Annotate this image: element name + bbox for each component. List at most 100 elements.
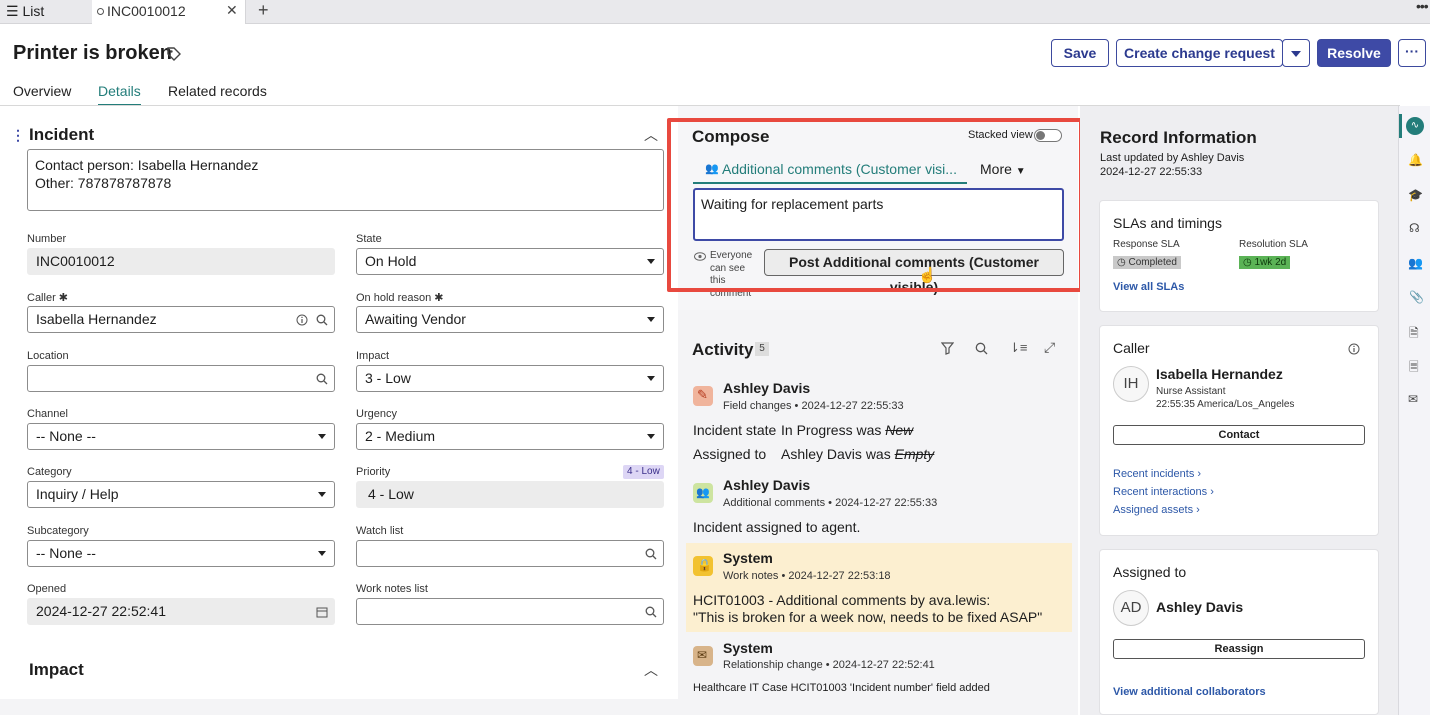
change-value: Ashley Davis was Empty <box>781 446 934 462</box>
chevron-right-icon: › <box>1196 504 1200 516</box>
search-icon[interactable] <box>316 314 328 326</box>
caller-card-title: Caller <box>1113 340 1150 356</box>
change-old: New <box>885 422 914 438</box>
add-tab-icon[interactable]: + <box>258 0 269 21</box>
required-icon: ✱ <box>58 292 69 304</box>
impact-select[interactable]: 3 - Low <box>356 365 664 392</box>
activity-meta: Relationship change • 2024-12-27 22:52:4… <box>723 659 935 671</box>
mail-icon[interactable]: ✉ <box>1408 392 1418 406</box>
search-icon[interactable] <box>645 606 657 618</box>
number-label: Number <box>27 233 67 245</box>
filter-icon[interactable] <box>941 342 954 355</box>
urgency-select[interactable]: 2 - Medium <box>356 423 664 450</box>
resolve-button[interactable]: Resolve <box>1317 39 1391 67</box>
search-icon[interactable] <box>316 373 328 385</box>
unsaved-dot-icon <box>97 8 104 15</box>
paperclip-icon[interactable]: 📎 <box>1409 290 1424 304</box>
clock-icon: ◷ <box>1243 257 1252 268</box>
caller-field[interactable]: Isabella Hernandez <box>27 306 335 333</box>
caller-name[interactable]: Isabella Hernandez <box>1156 366 1283 382</box>
caller-label-text: Caller <box>27 292 56 304</box>
record-tab[interactable]: INC0010012 ✕ <box>92 0 246 24</box>
file-icon[interactable]: 🗏 <box>1409 358 1419 379</box>
calendar-icon[interactable] <box>316 606 328 618</box>
chevron-down-icon <box>318 551 326 556</box>
info-icon[interactable] <box>296 314 308 326</box>
subcategory-select[interactable]: -- None -- <box>27 540 335 567</box>
chevron-up-icon[interactable]: ︿ <box>644 125 658 145</box>
view-all-slas-link[interactable]: View all SLAs <box>1113 281 1184 293</box>
reassign-button[interactable]: Reassign <box>1113 639 1365 659</box>
activity-text: "This is broken for a week now, needs to… <box>693 609 1043 625</box>
state-select[interactable]: On Hold <box>356 248 664 275</box>
state-value: On Hold <box>365 253 417 269</box>
priority-field: 4 - Low <box>356 481 664 508</box>
chevron-down-icon <box>318 434 326 439</box>
list-tab[interactable]: ☰ List <box>6 3 44 20</box>
category-select[interactable]: Inquiry / Help <box>27 481 335 508</box>
info-icon[interactable] <box>1348 343 1360 355</box>
tab-related-records[interactable]: Related records <box>168 83 267 99</box>
clock-icon: ◷ <box>1117 257 1126 268</box>
search-icon[interactable] <box>975 342 988 355</box>
save-button[interactable]: Save <box>1051 39 1109 67</box>
create-change-dropdown-button[interactable] <box>1282 39 1310 67</box>
highlight-box <box>667 118 1083 292</box>
recent-interactions-link[interactable]: Recent interactions › <box>1113 486 1214 498</box>
more-options-icon[interactable]: ••• <box>1416 0 1429 14</box>
list-tab-label: List <box>22 3 45 19</box>
relationship-icon: ✉ <box>693 646 713 666</box>
impact-section-title: Impact <box>29 660 84 679</box>
more-actions-button[interactable]: ··· <box>1398 39 1426 67</box>
incident-section-title: Incident <box>29 125 95 144</box>
required-icon: ✱ <box>434 292 444 304</box>
recent-incidents-link[interactable]: Recent incidents › <box>1113 468 1201 480</box>
tag-icon[interactable] <box>166 46 182 62</box>
subcategory-label: Subcategory <box>27 525 89 537</box>
change-new: In Progress <box>781 422 853 438</box>
subcategory-value: -- None -- <box>36 545 96 561</box>
response-sla-badge: ◷ Completed <box>1113 256 1181 269</box>
on-hold-reason-select[interactable]: Awaiting Vendor <box>356 306 664 333</box>
create-change-request-button[interactable]: Create change request <box>1116 39 1283 67</box>
change-new: Ashley Davis <box>781 446 862 462</box>
activity-rail-icon[interactable]: ∿ <box>1406 117 1424 135</box>
headset-icon[interactable]: ☊ <box>1409 221 1420 235</box>
tab-details[interactable]: Details <box>98 83 141 106</box>
state-label: State <box>356 233 382 245</box>
on-hold-reason-label-text: On hold reason <box>356 292 432 304</box>
chevron-right-icon: › <box>1197 468 1202 480</box>
search-icon[interactable] <box>645 548 657 560</box>
chevron-up-icon[interactable]: ︿ <box>644 660 658 680</box>
record-info-title: Record Information <box>1100 128 1257 147</box>
document-icon[interactable]: 🗎 <box>1409 324 1419 345</box>
assigned-assets-link[interactable]: Assigned assets › <box>1113 504 1200 516</box>
close-icon[interactable]: ✕ <box>226 2 238 19</box>
description-textarea[interactable]: Contact person: Isabella Hernandez Other… <box>27 149 664 211</box>
sort-icon[interactable]: ⇂≡ <box>1009 340 1027 356</box>
people-icon[interactable]: 👥 <box>1408 256 1423 270</box>
pencil-icon: ✎ <box>693 386 713 406</box>
location-field[interactable] <box>27 365 335 392</box>
chevron-down-icon <box>647 376 655 381</box>
channel-label: Channel <box>27 408 68 420</box>
browser-tab-bar: ☰ List INC0010012 ✕ + ••• <box>0 0 1430 24</box>
bell-icon[interactable]: 🔔 <box>1408 153 1423 167</box>
opened-field[interactable]: 2024-12-27 22:52:41 <box>27 598 335 625</box>
contact-button[interactable]: Contact <box>1113 425 1365 445</box>
channel-select[interactable]: -- None -- <box>27 423 335 450</box>
drag-handle-icon[interactable]: ⋮ <box>11 127 25 144</box>
watch-list-field[interactable] <box>356 540 664 567</box>
work-notes-list-field[interactable] <box>356 598 664 625</box>
activity-type: Relationship change <box>723 659 823 671</box>
activity-time: 2024-12-27 22:52:41 <box>832 659 935 671</box>
tab-overview[interactable]: Overview <box>13 83 71 99</box>
activity-meta: Additional comments • 2024-12-27 22:55:3… <box>723 497 938 509</box>
change-was: was <box>856 422 882 438</box>
footer-strip <box>0 699 678 715</box>
activity-time: 2024-12-27 22:55:33 <box>835 497 938 509</box>
assignee-name[interactable]: Ashley Davis <box>1156 599 1243 615</box>
graduation-cap-icon[interactable]: 🎓 <box>1408 188 1423 202</box>
view-collaborators-link[interactable]: View additional collaborators <box>1113 686 1266 698</box>
expand-icon[interactable]: ⤢ <box>1044 339 1055 356</box>
